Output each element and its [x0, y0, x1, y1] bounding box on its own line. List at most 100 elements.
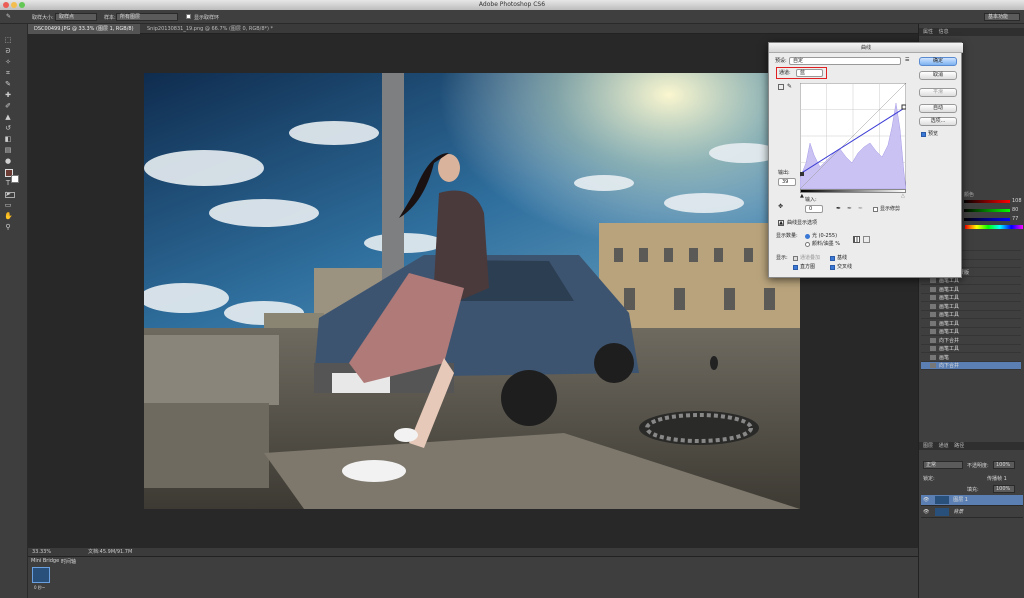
preset-select[interactable]: 自定 [789, 57, 901, 65]
crop-tool-icon[interactable]: ⌗ [4, 69, 12, 77]
histogram-checkbox[interactable] [793, 265, 798, 270]
simple-grid-icon[interactable] [853, 236, 860, 243]
history-item[interactable]: 画笔工具 [921, 311, 1021, 319]
layer-name[interactable]: 图层 1 [953, 497, 968, 503]
layer-name[interactable]: 背景 [953, 509, 963, 515]
history-item[interactable]: 画笔工具 [921, 277, 1021, 285]
visibility-eye-icon[interactable]: 👁 [923, 495, 929, 506]
frame-delay[interactable]: 0 秒~ [34, 585, 45, 591]
tab-channels[interactable]: 通道 [939, 443, 949, 449]
on-image-adjust-icon[interactable]: ✥ [778, 203, 783, 210]
history-item[interactable]: 画笔工具 [921, 328, 1021, 336]
zoom-level[interactable]: 33.33% [32, 548, 51, 556]
quick-select-tool-icon[interactable]: ✧ [4, 58, 12, 66]
history-item[interactable]: 画笔 [921, 354, 1021, 362]
properties-tabs: 属性 信息 [919, 28, 1024, 36]
mini-bridge-tab[interactable]: Mini Bridge [31, 558, 59, 564]
green-slider[interactable] [964, 209, 1010, 212]
disclosure-triangle-icon[interactable]: ▲ [778, 220, 784, 226]
tab-properties[interactable]: 属性 [923, 29, 933, 35]
marquee-tool-icon[interactable]: ⬚ [4, 36, 12, 44]
document-image[interactable] [144, 73, 800, 509]
channel-select[interactable]: 蓝 [796, 69, 823, 77]
layer-row[interactable]: 👁 图层 1 [921, 495, 1023, 506]
options-button[interactable]: 选项... [919, 117, 957, 126]
red-slider[interactable] [964, 200, 1010, 203]
shape-tool-icon[interactable]: ▭ [4, 201, 12, 209]
history-brush-tool-icon[interactable]: ↺ [4, 124, 12, 132]
gradient-tool-icon[interactable]: ▤ [4, 146, 12, 154]
visibility-eye-icon[interactable]: 👁 [923, 507, 929, 518]
workspace-select[interactable]: 基本功能 [984, 13, 1020, 21]
opacity-field[interactable]: 100% [993, 461, 1015, 469]
brush-tool-icon[interactable]: ✐ [4, 102, 12, 110]
tab-dsc00499[interactable]: DSC00499.JPG @ 33.3% (图层 1, RGB/8) * [28, 24, 140, 42]
hand-tool-icon[interactable]: ✋ [4, 212, 13, 220]
preview-checkbox[interactable] [921, 132, 926, 137]
detailed-grid-icon[interactable] [863, 236, 870, 243]
light-radio[interactable] [805, 234, 810, 239]
gray-eyedropper-icon[interactable]: ✒ [847, 205, 852, 212]
color-tab[interactable]: 颜色 [964, 191, 974, 198]
lasso-tool-icon[interactable]: ᘐ [4, 47, 12, 55]
eyedropper-icon[interactable]: ✎ [6, 13, 11, 20]
blue-value[interactable]: 77 [1012, 216, 1018, 222]
lock-label: 锁定: [923, 476, 935, 482]
show-clipping-checkbox[interactable] [873, 207, 878, 212]
timeline-tab[interactable]: 时间轴 [61, 558, 76, 565]
baseline-checkbox[interactable] [830, 256, 835, 261]
tab-info[interactable]: 信息 [939, 29, 949, 35]
tab-layers[interactable]: 图层 [923, 443, 933, 449]
history-item[interactable]: 画笔工具 [921, 345, 1021, 353]
pencil-tool-icon[interactable]: ✎ [787, 83, 792, 90]
history-item[interactable]: 画笔工具 [921, 320, 1021, 328]
sample-select[interactable]: 所有图层 [116, 13, 178, 21]
layer-row[interactable]: 👁 背景 [921, 507, 1023, 518]
history-item[interactable]: 画笔工具 [921, 294, 1021, 302]
eyedropper-tool-icon[interactable]: ✎ [4, 80, 12, 88]
pigment-radio[interactable] [805, 242, 810, 247]
black-eyedropper-icon[interactable]: ✒ [836, 205, 841, 212]
tab-paths[interactable]: 路径 [954, 443, 964, 449]
doc-size[interactable]: 文档:45.9M/91.7M [88, 548, 132, 556]
curve-point-tool-icon[interactable] [778, 84, 784, 90]
zoom-window-icon[interactable] [19, 2, 25, 8]
history-item[interactable]: 画笔工具 [921, 286, 1021, 294]
history-item[interactable]: 向下合并 [921, 337, 1021, 345]
stamp-tool-icon[interactable]: ▲ [4, 113, 12, 121]
color-ramp[interactable] [965, 225, 1023, 229]
frame-thumbnail[interactable] [32, 567, 50, 583]
white-eyedropper-icon[interactable]: ✒ [858, 205, 863, 212]
black-point-slider[interactable]: ▲ [800, 193, 804, 199]
blue-slider[interactable] [964, 218, 1010, 221]
cancel-button[interactable]: 取消 [919, 71, 957, 80]
sample-size-select[interactable]: 取样点 [55, 13, 97, 21]
preset-menu-icon[interactable]: ☰ [905, 57, 909, 63]
tab-snip[interactable]: Snip20130831_19.png @ 66.7% (图层 0, RGB/8… [141, 24, 291, 34]
smooth-button[interactable]: 平滑 [919, 88, 957, 97]
red-value[interactable]: 108 [1012, 198, 1022, 204]
output-field[interactable]: 39 [778, 178, 796, 186]
channel-overlays-checkbox[interactable] [793, 256, 798, 261]
auto-button[interactable]: 自动 [919, 104, 957, 113]
healing-brush-tool-icon[interactable]: ✚ [4, 91, 12, 99]
blend-mode-select[interactable]: 正常 [923, 461, 963, 469]
quick-mask-icon[interactable] [5, 192, 15, 198]
white-point-slider[interactable]: △ [901, 193, 905, 199]
history-item[interactable]: 向下合并 [921, 362, 1021, 370]
eraser-tool-icon[interactable]: ◧ [4, 135, 12, 143]
history-item[interactable]: 画笔工具 [921, 303, 1021, 311]
ok-button[interactable]: 确定 [919, 57, 957, 66]
show-ring-checkbox[interactable] [186, 14, 191, 19]
close-window-icon[interactable] [3, 2, 9, 8]
background-color-swatch[interactable] [11, 175, 19, 183]
minimize-window-icon[interactable] [11, 2, 17, 8]
dodge-tool-icon[interactable]: ● [4, 157, 12, 165]
zoom-tool-icon[interactable]: ⚲ [4, 223, 12, 231]
green-value[interactable]: 80 [1012, 207, 1018, 213]
light-option-label: 光 (0-255) [812, 233, 838, 239]
input-field[interactable]: 0 [805, 205, 823, 213]
intersection-checkbox[interactable] [830, 265, 835, 270]
curve-graph[interactable] [800, 83, 906, 189]
fill-field[interactable]: 100% [993, 485, 1015, 493]
